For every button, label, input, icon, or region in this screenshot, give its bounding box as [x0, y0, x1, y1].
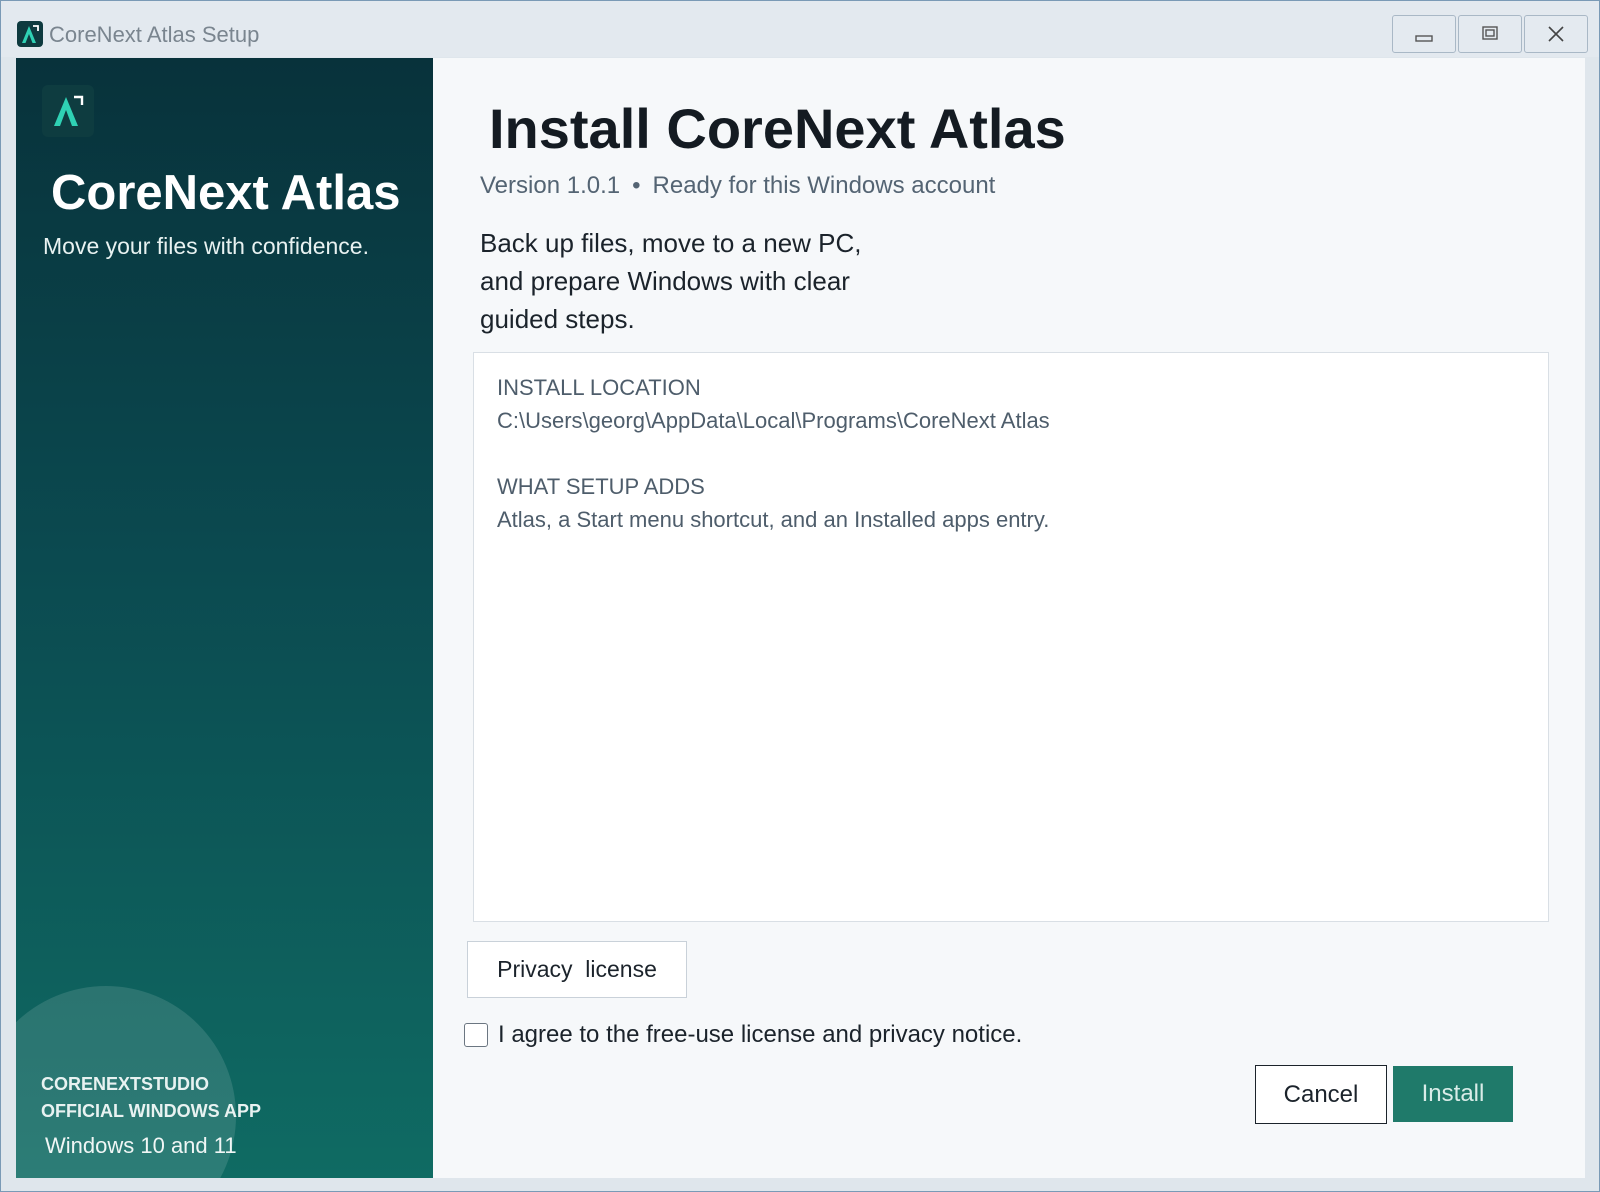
compatibility-text: Windows 10 and 11 — [45, 1133, 237, 1158]
intro-text: Back up files, move to a new PC, and pre… — [480, 228, 862, 334]
restore-icon — [1482, 26, 1498, 40]
app-logo-icon — [17, 21, 43, 47]
version-text: Version 1.0.1 — [480, 172, 621, 199]
brand-logo-icon — [42, 85, 94, 137]
install-location-value: C:\Users\georg\AppData\Local\Programs\Co… — [497, 408, 1050, 433]
agree-row[interactable]: I agree to the free-use license and priv… — [464, 1020, 1022, 1050]
brand-sidebar: CoreNext Atlas Move your files with conf… — [16, 58, 433, 1178]
publisher-name: CORENEXTSTUDIO — [41, 1074, 210, 1094]
install-button[interactable]: Install — [1393, 1066, 1513, 1122]
close-icon — [1548, 26, 1564, 42]
version-line: Version 1.0.1 • Ready for this Windows acc… — [480, 172, 995, 200]
minimize-button[interactable] — [1392, 15, 1456, 53]
brand-tagline: Move your files with confidence. — [43, 233, 369, 259]
install-location-label: INSTALL LOCATION — [497, 375, 701, 400]
installer-window: CoreNext Atlas Setup CoreNext Atlas Move… — [0, 0, 1600, 1192]
publisher-block: CORENEXTSTUDIO OFFICIAL WINDOWS APP — [41, 1071, 261, 1125]
close-button[interactable] — [1524, 15, 1588, 53]
setup-adds-value: Atlas, a Start menu shortcut, and an Ins… — [497, 507, 1050, 532]
minimize-icon — [1415, 35, 1433, 42]
agree-label[interactable]: I agree to the free-use license and priv… — [498, 1021, 1022, 1049]
maximize-button[interactable] — [1458, 15, 1522, 53]
main-panel: Install CoreNext Atlas Version 1.0.1 • Rea… — [433, 58, 1585, 1178]
brand-name: CoreNext Atlas — [51, 166, 401, 220]
window-title: CoreNext Atlas Setup — [49, 22, 260, 47]
title-bar[interactable]: CoreNext Atlas Setup — [1, 1, 1599, 57]
cancel-button[interactable]: Cancel — [1255, 1065, 1387, 1124]
official-badge: OFFICIAL WINDOWS APP — [41, 1101, 261, 1121]
page-title: Install CoreNext Atlas — [489, 97, 1066, 160]
install-details-panel: INSTALL LOCATION C:\Users\georg\AppData\… — [473, 352, 1549, 922]
separator-dot: • — [632, 172, 641, 199]
status-text: Ready for this Windows account — [652, 172, 996, 199]
agree-checkbox[interactable] — [464, 1023, 488, 1047]
setup-adds-label: WHAT SETUP ADDS — [497, 474, 705, 499]
privacy-license-button[interactable]: Privacy license — [467, 941, 687, 998]
